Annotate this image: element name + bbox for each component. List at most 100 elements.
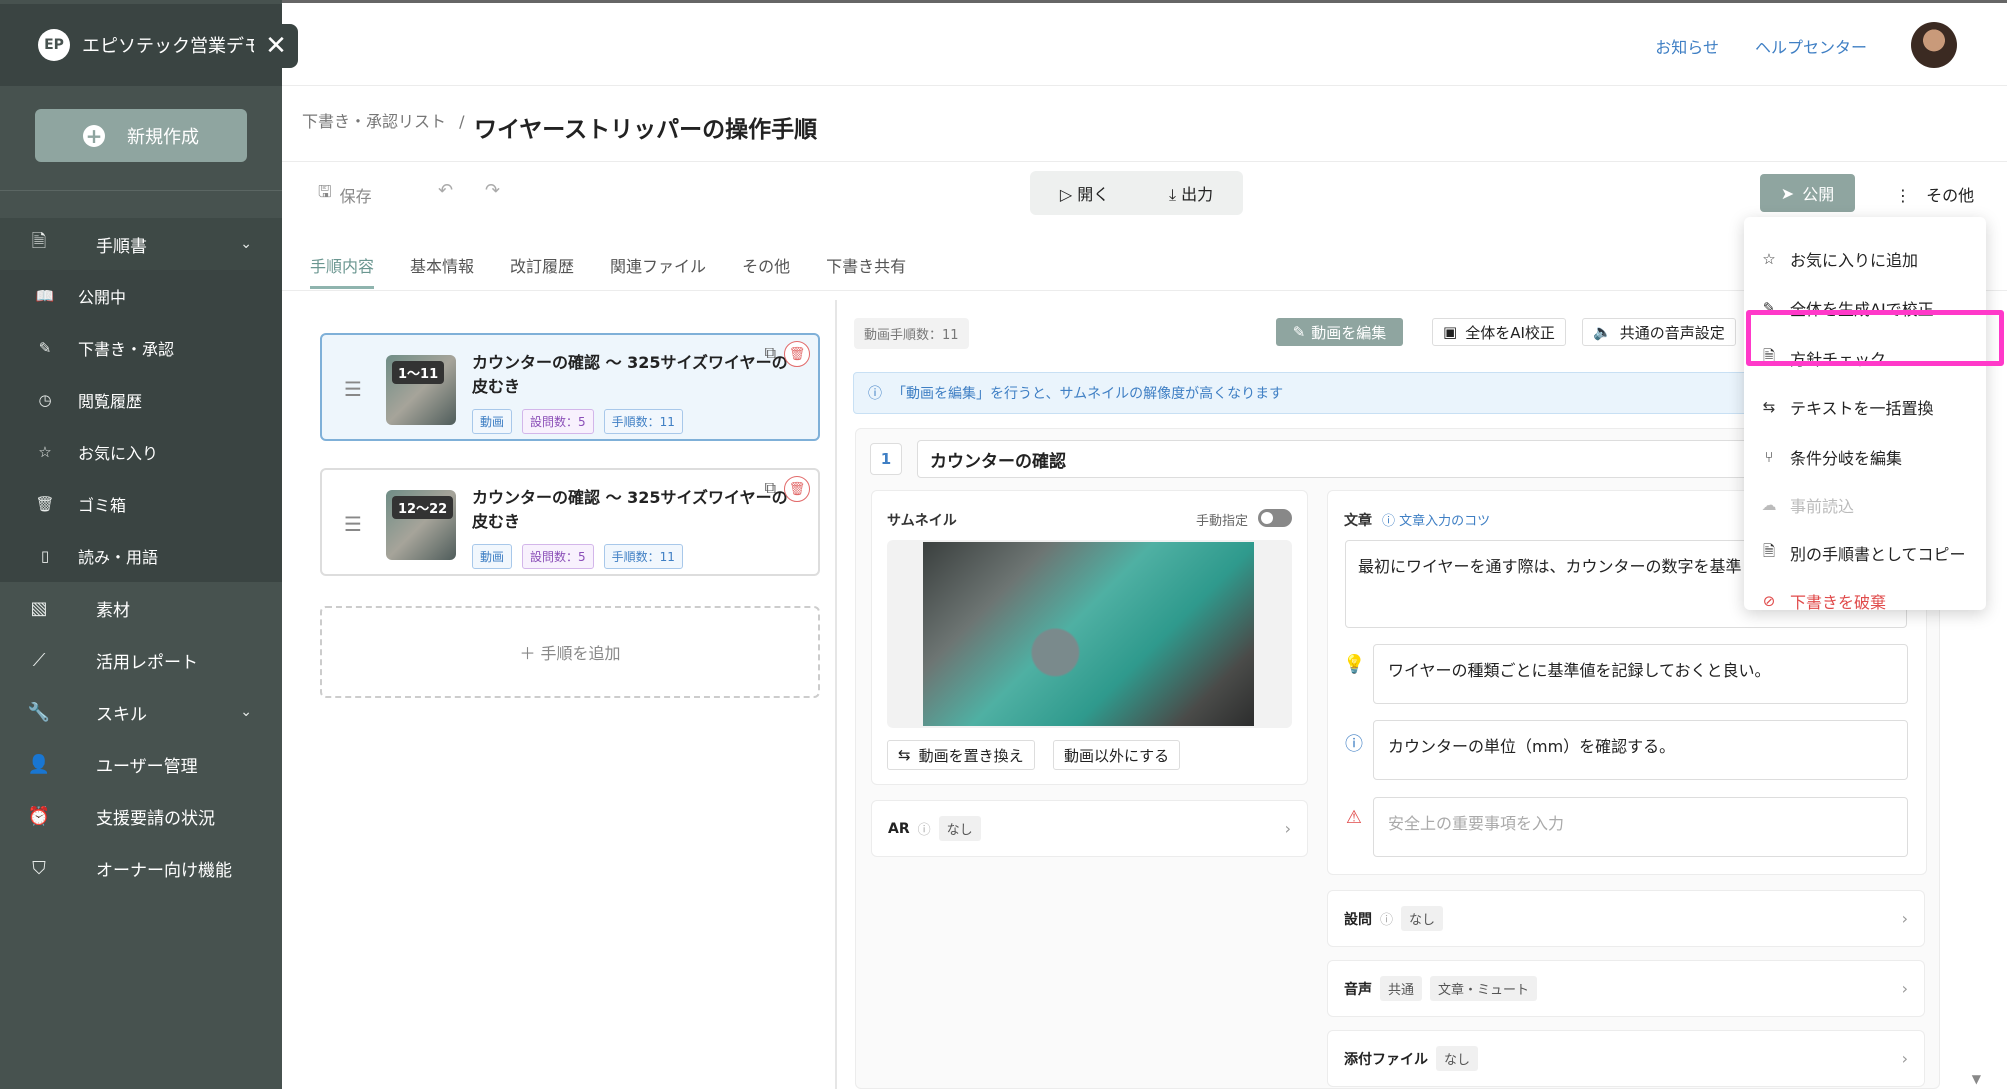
copy-doc-icon: 🗎 [1762,541,1776,560]
save-icon: 🖫 [318,182,332,201]
edit-video-button[interactable]: ✎ 動画を編集 [1276,318,1403,346]
delete-icon[interactable]: 🗑 [784,476,810,502]
tab-steps[interactable]: 手順内容 [310,253,375,289]
breadcrumb-separator: / [459,112,465,131]
attachment-row[interactable]: 添付ファイル なし › [1327,1030,1925,1087]
publish-button[interactable]: ➤ 公開 [1760,174,1855,212]
more-options-label: その他 [1926,186,1975,205]
copy-icon[interactable]: ⧉ [765,478,776,498]
menu-item-edit-branch[interactable]: ⑂ 条件分岐を編集 [1760,437,1980,477]
book-icon: 📖 [35,287,55,305]
open-button[interactable]: ▷ 開く [1060,181,1109,205]
sidebar-item-users[interactable]: 👤 ユーザー管理 [0,738,282,790]
warning-input[interactable]: 安全上の重要事項を入力 [1373,797,1908,857]
speaker-icon: 🔈 [1593,323,1612,341]
redo-icon[interactable]: ↷ [485,180,500,201]
download-icon: ⤓ [1168,185,1177,204]
export-button[interactable]: ⤓ 出力 [1169,181,1213,205]
sidebar-item-label: ゴミ箱 [78,496,127,515]
replace-video-button[interactable]: ⇆ 動画を置き換え [887,740,1035,770]
add-step-button[interactable]: ＋ 手順を追加 [320,606,820,698]
menu-item-label: 下書きを破棄 [1790,593,1887,612]
step-number: 1 [870,443,902,475]
common-audio-button[interactable]: 🔈 共通の音声設定 [1582,318,1736,346]
chevron-down-icon: ⌄ [240,704,252,720]
caution-input[interactable]: カウンターの単位（mm）を確認する。 [1373,720,1908,780]
sidebar-item-label: ユーザー管理 [96,756,198,777]
edit-video-label: 動画を編集 [1311,323,1387,342]
drag-handle-icon[interactable]: ☰ [344,377,362,401]
menu-item-label: お気に入りに追加 [1790,251,1919,270]
sidebar-item-reports[interactable]: ⟋ 活用レポート [0,634,282,686]
menu-item-replace-text[interactable]: ⇆ テキストを一括置換 [1760,387,1980,427]
new-create-button[interactable]: + 新規作成 [35,109,247,162]
swap-icon: ⇆ [898,746,911,764]
workspace-header[interactable]: EP エピソテック営業デモ ✕ [0,4,298,86]
caution-row: ⓘ カウンターの単位（mm）を確認する。 [1343,720,1908,780]
sidebar-item-materials[interactable]: ▧ 素材 [0,582,282,634]
sidebar-item-label: 公開中 [78,288,127,307]
document-icon: 🗎 [31,231,47,252]
non-video-button[interactable]: 動画以外にする [1053,740,1181,770]
step-group-card[interactable]: ☰ 1～11 カウンターの確認 ～ 325サイズワイヤーの皮むき 動画 設問数：… [320,333,820,441]
help-center-link[interactable]: ヘルプセンター [1755,34,1867,58]
new-create-label: 新規作成 [127,126,199,148]
sidebar-item-skills[interactable]: 🔧 スキル ⌄ [0,686,282,738]
workspace-logo: EP [38,29,70,61]
help-icon: ⓘ [1382,514,1396,529]
text-tip-link[interactable]: ⓘ 文章入力のコツ [1382,510,1490,529]
avatar[interactable] [1911,22,1957,68]
save-button[interactable]: 🖫 保存 [318,181,372,208]
manual-toggle[interactable] [1258,509,1292,527]
tab-draft-share[interactable]: 下書き共有 [826,253,906,277]
sidebar-item-owner[interactable]: ⛉ オーナー向け機能 [0,842,282,894]
breadcrumb-parent-link[interactable]: 下書き・承認リスト [302,112,446,131]
tab-other[interactable]: その他 [742,253,790,277]
tab-basic-info[interactable]: 基本情報 [410,253,474,277]
menu-item-copy-as-new[interactable]: 🗎 別の手順書としてコピー [1760,533,1980,573]
tab-related-files[interactable]: 関連ファイル [610,253,706,277]
open-label: 開く [1077,185,1110,204]
tab-revision-history[interactable]: 改訂履歴 [510,253,574,277]
news-link[interactable]: お知らせ [1655,34,1719,58]
ai-proofread-all-button[interactable]: ▣ 全体をAI校正 [1432,318,1566,346]
audio-row[interactable]: 音声 共通 文章・ミュート › [1327,960,1925,1017]
sidebar-item-favorites[interactable]: ☆ お気に入り [0,426,282,478]
undo-icon[interactable]: ↶ [438,180,453,201]
drag-handle-icon[interactable]: ☰ [344,512,362,536]
sidebar-item-history[interactable]: ◷ 閲覧履歴 [0,374,282,426]
divider [282,85,2007,86]
top-border [0,0,2007,3]
menu-item-discard-draft[interactable]: ⊘ 下書きを破棄 [1760,581,1980,621]
warning-row: ⚠ 安全上の重要事項を入力 [1343,797,1908,857]
sidebar-item-glossary[interactable]: ▯ 読み・用語 [0,530,282,582]
sidebar-item-support-requests[interactable]: ⏰ 支援要請の状況 [0,790,282,842]
ai-proofread-label: 全体をAI校正 [1465,323,1555,342]
step-group-title: カウンターの確認 ～ 325サイズワイヤーの皮むき [472,488,788,531]
hint-input[interactable]: ワイヤーの種類ごとに基準値を記録しておくと良い。 [1373,644,1908,704]
thumbnail-frame [887,540,1292,728]
step-group-card[interactable]: ☰ 12～22 カウンターの確認 ～ 325サイズワイヤーの皮むき 動画 設問数… [320,468,820,576]
sidebar-item-manuals[interactable]: 🗎 手順書 ⌄ [0,218,282,270]
menu-item-add-favorite[interactable]: ☆ お気に入りに追加 [1760,239,1980,279]
trash-icon: 🗑 [35,495,55,513]
sidebar-item-trash[interactable]: 🗑 ゴミ箱 [0,478,282,530]
star-icon: ☆ [38,443,52,461]
audio-value-text: 文章・ミュート [1430,976,1538,1001]
scroll-down-icon[interactable]: ▼ [1972,1072,1981,1086]
tab-bar: 手順内容 基本情報 改訂履歴 関連ファイル その他 下書き共有 [310,253,906,289]
sidebar-item-published[interactable]: 📖 公開中 [0,270,282,322]
image-icon: ▧ [30,597,48,619]
ar-row[interactable]: AR ⓘ なし › [871,800,1308,857]
menu-item-label: 別の手順書としてコピー [1790,545,1966,564]
question-row[interactable]: 設問 ⓘ なし › [1327,890,1925,947]
sidebar-item-label: オーナー向け機能 [96,860,232,881]
sidebar-item-drafts[interactable]: ✎ 下書き・承認 [0,322,282,374]
ai-icon: ▣ [1443,323,1458,341]
sidebar-item-label: 素材 [96,600,130,621]
more-options-button[interactable]: ⋮ その他 [1895,182,1974,206]
type-tag: 動画 [472,409,513,434]
copy-icon[interactable]: ⧉ [765,343,776,363]
close-sidebar-icon[interactable]: ✕ [254,24,298,68]
delete-icon[interactable]: 🗑 [784,341,810,367]
